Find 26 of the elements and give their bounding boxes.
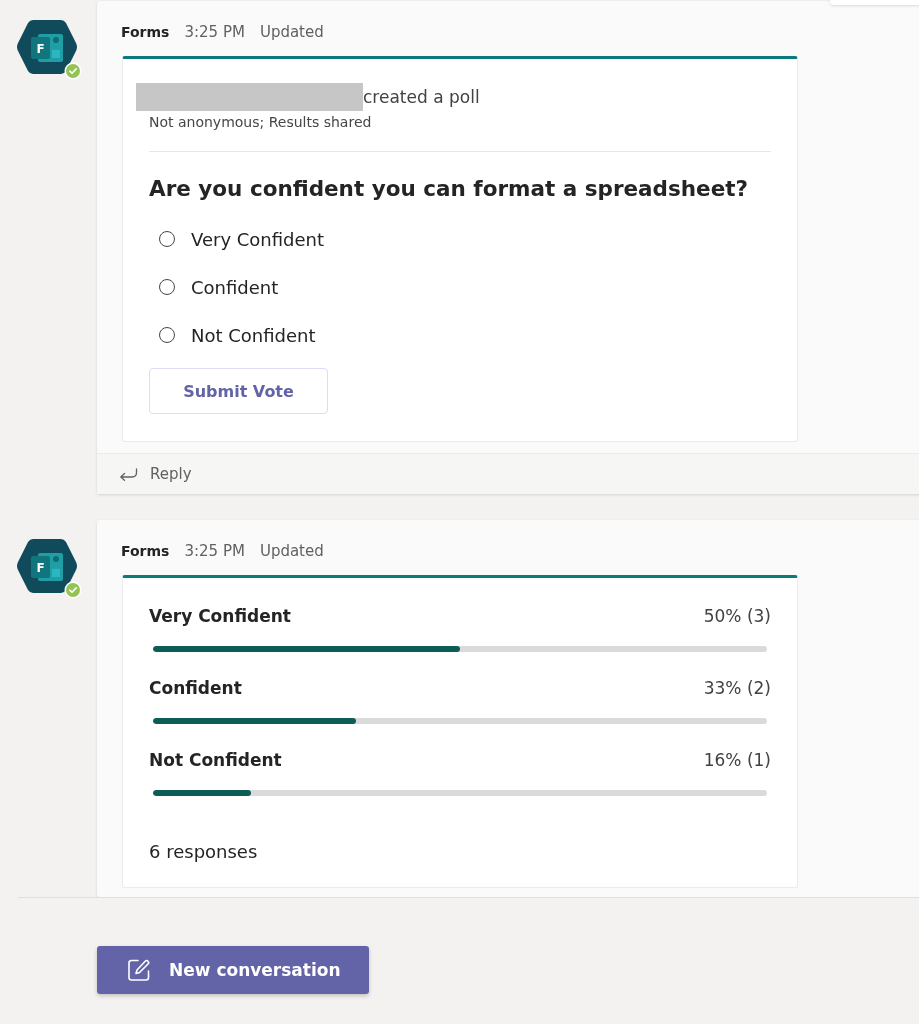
sender-name: Forms xyxy=(121,543,170,559)
submit-vote-button[interactable]: Submit Vote xyxy=(149,368,328,414)
message-time: 3:25 PM xyxy=(184,542,245,560)
updated-label: Updated xyxy=(259,23,324,41)
poll-option[interactable]: Very Confident xyxy=(159,227,325,251)
result-reading: 50% (3) xyxy=(703,606,771,626)
new-conversation-button[interactable]: New conversation xyxy=(97,946,369,994)
result-label: Not Confident xyxy=(149,750,282,770)
result-label: Confident xyxy=(149,678,242,698)
reply-button[interactable]: Reply xyxy=(119,465,192,483)
result-label: Very Confident xyxy=(149,606,291,626)
poll-option[interactable]: Not Confident xyxy=(159,323,316,347)
app-icon: F xyxy=(15,19,79,75)
compose-icon xyxy=(127,958,151,982)
result-reading: 16% (1) xyxy=(703,750,771,770)
reply-icon xyxy=(119,467,138,481)
poll-question: Are you confident you can format a spreadsheet? xyxy=(149,175,749,203)
updated-label: Updated xyxy=(259,542,324,560)
poll-creator-text: created a poll xyxy=(363,87,480,107)
poll-option[interactable]: Confident xyxy=(159,275,279,299)
result-reading: 33% (2) xyxy=(703,678,771,698)
sender-name: Forms xyxy=(121,24,170,40)
message-time: 3:25 PM xyxy=(184,23,245,41)
poll-settings: Not anonymous; Results shared xyxy=(149,113,373,131)
response-count: 6 responses xyxy=(149,840,259,864)
app-icon: F xyxy=(15,538,79,594)
